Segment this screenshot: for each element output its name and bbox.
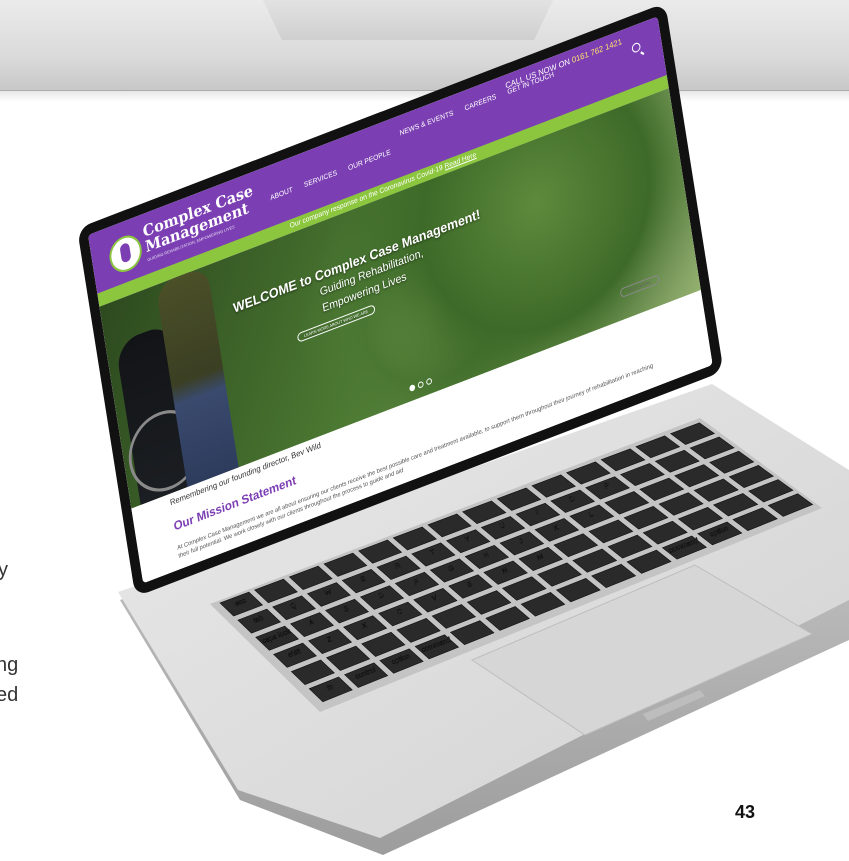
nav-our-people[interactable]: OUR PEOPLE	[348, 149, 392, 172]
slider-dot-3[interactable]	[425, 377, 433, 386]
slider-dot-1[interactable]	[409, 383, 416, 393]
page-number: 43	[735, 802, 756, 822]
slider-dots	[409, 377, 433, 393]
nav-careers[interactable]: CAREERS	[464, 93, 497, 112]
nav-news-events[interactable]: NEWS & EVENTS	[399, 110, 454, 138]
hero-cta-button[interactable]: LEARN MORE ABOUT WHO WE ARE	[296, 304, 376, 343]
logo-icon[interactable]	[107, 230, 145, 278]
nav-services[interactable]: SERVICES	[304, 170, 338, 190]
search-icon[interactable]	[631, 41, 642, 54]
slider-dot-2[interactable]	[417, 380, 424, 389]
